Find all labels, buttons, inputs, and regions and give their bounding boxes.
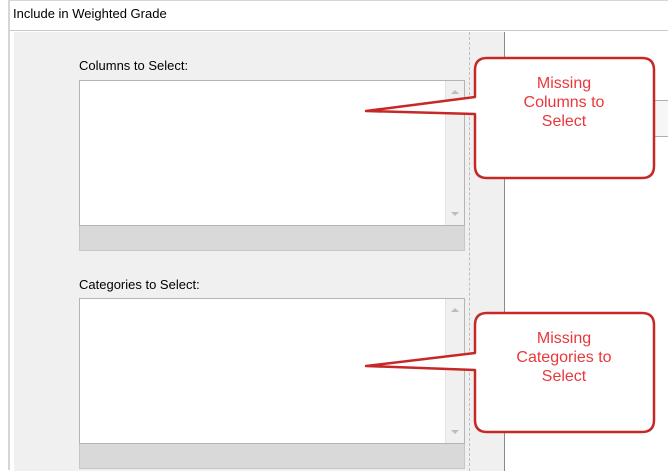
callout-line: Select bbox=[541, 368, 587, 385]
callout-line: Categories to bbox=[516, 349, 612, 366]
callout-missing-columns-text: Missing Columns to Select bbox=[499, 74, 629, 131]
callout-line: Missing bbox=[536, 330, 592, 347]
callout-line: Missing bbox=[536, 75, 592, 92]
callout-line: Columns to bbox=[523, 94, 605, 111]
callout-missing-categories-text: Missing Categories to Select bbox=[499, 329, 629, 386]
callout-line: Select bbox=[541, 113, 587, 130]
annotation-callouts bbox=[364, 56, 656, 434]
